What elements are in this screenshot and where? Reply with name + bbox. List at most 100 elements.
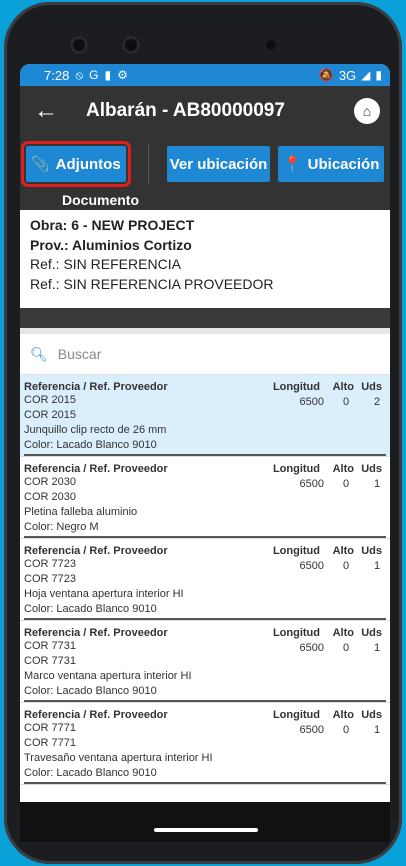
app-screen: 7:28 ⦸ G ▮ ⚙ 🔕 3G ◢ ▮ ← Albarán - AB8000… <box>20 64 390 802</box>
signal-icon: ◢ <box>361 68 371 82</box>
item-underline <box>24 454 386 456</box>
ver-ubicacion-label: Ver ubicación <box>169 155 268 173</box>
item-longitud: 6500 <box>299 396 324 408</box>
item-uds: 1 <box>373 478 381 490</box>
item-alto: 0 <box>342 642 350 654</box>
item-ref-prov: COR 7723 <box>24 573 76 585</box>
col-alto-label: Alto <box>332 709 354 721</box>
item-alto: 0 <box>342 396 350 408</box>
item-longitud: 6500 <box>299 478 324 490</box>
col-ref-label: Referencia / Ref. Proveedor <box>24 545 168 557</box>
item-uds: 1 <box>373 642 381 654</box>
col-ref-label: Referencia / Ref. Proveedor <box>24 381 168 393</box>
mute-icon: 🔕 <box>318 68 334 82</box>
item-underline <box>24 618 386 620</box>
item-ref-prov: COR 2015 <box>24 409 76 421</box>
col-uds-label: Uds <box>361 545 382 557</box>
item-alto: 0 <box>342 560 350 572</box>
item-color: Color: Lacado Blanco 9010 <box>24 685 157 697</box>
back-arrow-icon[interactable]: ← <box>34 97 74 125</box>
camera-icon <box>70 36 88 54</box>
col-longitud-label: Longitud <box>272 627 320 639</box>
item-longitud: 6500 <box>299 560 324 572</box>
obra-line: Obra: 6 - NEW PROJECT <box>30 217 195 233</box>
location-pin-icon: 📍 <box>282 156 302 173</box>
divider-bar <box>20 308 390 328</box>
prov-line: Prov.: Aluminios Cortizo <box>30 236 192 253</box>
adjuntos-button[interactable]: 📎 Adjuntos <box>21 141 131 187</box>
home-gesture-handle[interactable] <box>154 828 258 832</box>
home-icon[interactable]: ⌂ <box>354 98 380 124</box>
section-header: Documento <box>20 192 390 210</box>
gmail-icon: G <box>89 68 99 82</box>
item-alto: 0 <box>342 724 350 736</box>
ver-ubicacion-button[interactable]: Ver ubicación <box>166 146 271 182</box>
col-ref-label: Referencia / Ref. Proveedor <box>24 627 168 639</box>
list-item[interactable]: Referencia / Ref. Proveedor Longitud Alto U… <box>20 703 390 785</box>
search-icon: 🔍︎ <box>30 345 48 362</box>
network-label: 3G <box>338 67 357 83</box>
list-item[interactable]: Referencia / Ref. Proveedor Longitud Alto U… <box>20 621 390 703</box>
col-alto-label: Alto <box>332 463 354 475</box>
col-uds-label: Uds <box>361 381 382 393</box>
ubicacion-button[interactable]: 📍 Ubicación <box>278 146 384 182</box>
document-info: Obra: 6 - NEW PROJECT Prov.: Aluminios C… <box>20 210 390 300</box>
item-color: Color: Lacado Blanco 9010 <box>24 767 157 779</box>
col-uds-label: Uds <box>361 463 382 475</box>
item-color: Color: Lacado Blanco 9010 <box>24 603 157 615</box>
col-alto-label: Alto <box>332 627 354 639</box>
status-time: 7:28 <box>44 67 70 83</box>
item-underline <box>24 536 386 538</box>
item-underline <box>24 700 386 702</box>
item-uds: 1 <box>373 724 381 736</box>
col-longitud-label: Longitud <box>272 463 320 475</box>
toolbar-divider <box>148 144 149 184</box>
page-title: Albarán - AB80000097 <box>86 100 285 121</box>
status-bar: 7:28 ⦸ G ▮ ⚙ 🔕 3G ◢ ▮ <box>20 64 390 86</box>
no-disturb-icon: ⦸ <box>75 67 84 82</box>
col-longitud-label: Longitud <box>272 709 320 721</box>
camera-icon <box>122 36 140 54</box>
item-desc: Hoja ventana apertura interior HI <box>24 588 184 600</box>
col-longitud-label: Longitud <box>272 381 320 393</box>
item-color: Color: Negro M <box>24 521 99 533</box>
item-color: Color: Lacado Blanco 9010 <box>24 439 157 451</box>
item-desc: Travesaño ventana apertura interior HI <box>24 752 213 764</box>
sensor-icon <box>266 40 276 50</box>
item-uds: 2 <box>373 396 381 408</box>
ubicacion-label: Ubicación <box>307 155 380 173</box>
search-input[interactable]: Buscar <box>58 346 102 362</box>
item-longitud: 6500 <box>299 642 324 654</box>
ref-prov-line: Ref.: SIN REFERENCIA PROVEEDOR <box>30 275 274 292</box>
sim-icon: ▮ <box>104 68 112 82</box>
paperclip-icon: 📎 <box>30 156 50 173</box>
app-notify-icon: ⚙ <box>117 68 128 82</box>
col-ref-label: Referencia / Ref. Proveedor <box>24 463 168 475</box>
item-desc: Junquillo clip recto de 26 mm <box>24 424 167 436</box>
item-uds: 1 <box>373 560 381 572</box>
col-ref-label: Referencia / Ref. Proveedor <box>24 709 168 721</box>
list-item[interactable]: Referencia / Ref. Proveedor Longitud Alto U… <box>20 539 390 621</box>
ref-line: Ref.: SIN REFERENCIA <box>30 256 181 272</box>
items-list: Referencia / Ref. Proveedor Longitud Alto U… <box>20 375 390 785</box>
item-alto: 0 <box>342 478 350 490</box>
item-underline <box>24 782 386 784</box>
adjuntos-label: Adjuntos <box>55 155 121 173</box>
app-bar: ← Albarán - AB80000097 ⌂ <box>20 86 390 136</box>
item-ref-prov: COR 7771 <box>24 737 76 749</box>
col-alto-label: Alto <box>332 381 354 393</box>
col-uds-label: Uds <box>361 709 382 721</box>
item-longitud: 6500 <box>299 724 324 736</box>
search-bar[interactable]: 🔍︎ Buscar <box>20 334 390 375</box>
list-item[interactable]: Referencia / Ref. Proveedor Longitud Alto U… <box>20 375 390 457</box>
col-alto-label: Alto <box>332 545 354 557</box>
action-toolbar: 📎 Adjuntos Ver ubicación 📍 Ubicación <box>20 136 390 192</box>
battery-icon: ▮ <box>375 68 382 82</box>
item-ref-prov: COR 2030 <box>24 491 76 503</box>
nav-bar <box>20 802 390 842</box>
col-longitud-label: Longitud <box>272 545 320 557</box>
col-uds-label: Uds <box>361 627 382 639</box>
item-ref-prov: COR 7731 <box>24 655 76 667</box>
list-item[interactable]: Referencia / Ref. Proveedor Longitud Alto U… <box>20 457 390 539</box>
item-desc: Pletina falleba aluminio <box>24 506 138 518</box>
